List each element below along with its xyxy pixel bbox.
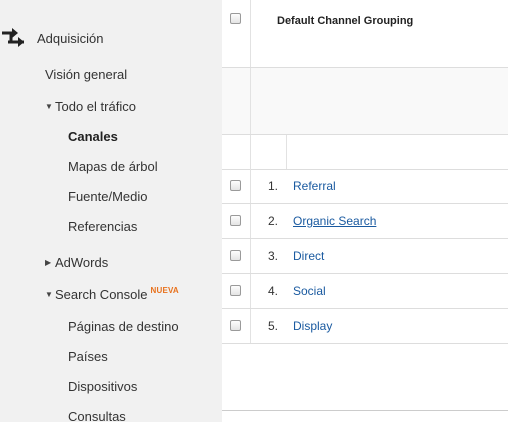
new-badge: NUEVA	[150, 285, 179, 295]
column-divider	[250, 204, 251, 238]
sidebar: Adquisición Visión general ▼ Todo el trá…	[0, 0, 222, 424]
column-divider	[250, 169, 251, 203]
table-bottom-border	[222, 410, 508, 411]
section-acquisition[interactable]: Adquisición	[0, 26, 104, 50]
nav-source-medium[interactable]: Fuente/Medio	[68, 186, 148, 206]
nav-all-traffic-label: Todo el tráfico	[55, 98, 136, 114]
column-divider	[250, 274, 251, 308]
row-checkbox[interactable]	[230, 285, 241, 296]
nav-channels[interactable]: Canales	[68, 126, 118, 146]
nav-adwords-label: AdWords	[55, 254, 109, 270]
channel-link[interactable]: Direct	[293, 249, 324, 263]
triangle-down-icon: ▼	[45, 101, 53, 111]
row-rank: 3.	[267, 249, 278, 263]
spacer-row	[222, 135, 508, 170]
table-row[interactable]: 4. Social	[222, 274, 508, 309]
nav-adwords[interactable]: ▶ AdWords	[45, 252, 108, 272]
row-checkbox[interactable]	[230, 180, 241, 191]
nav-countries[interactable]: Países	[68, 346, 108, 366]
column-divider	[250, 309, 251, 343]
channel-link[interactable]: Social	[293, 284, 326, 298]
nav-all-traffic[interactable]: ▼ Todo el tráfico	[45, 96, 136, 116]
column-divider	[250, 239, 251, 273]
data-table: Default Channel Grouping 1. Referral 2. …	[222, 0, 508, 410]
channel-link[interactable]: Referral	[293, 179, 336, 193]
table-row[interactable]: 3. Direct	[222, 239, 508, 274]
nav-queries[interactable]: Consultas	[68, 406, 126, 426]
table-row[interactable]: 5. Display	[222, 309, 508, 344]
nav-landing-pages[interactable]: Páginas de destino	[68, 316, 179, 336]
column-divider	[286, 135, 287, 169]
row-rank: 4.	[267, 284, 278, 298]
channel-link[interactable]: Organic Search	[293, 214, 376, 228]
nav-devices[interactable]: Dispositivos	[68, 376, 137, 396]
row-rank: 2.	[267, 214, 278, 228]
table-header: Default Channel Grouping	[222, 0, 508, 68]
nav-search-console-label: Search Console	[55, 286, 148, 302]
row-checkbox[interactable]	[230, 250, 241, 261]
column-divider	[250, 68, 251, 134]
nav-overview[interactable]: Visión general	[45, 64, 127, 84]
table-row[interactable]: 1. Referral	[222, 169, 508, 204]
nav-treemaps[interactable]: Mapas de árbol	[68, 156, 158, 176]
column-divider	[250, 135, 251, 169]
channel-link[interactable]: Display	[293, 319, 332, 333]
table-row[interactable]: 2. Organic Search	[222, 204, 508, 239]
triangle-down-icon: ▼	[45, 289, 53, 299]
row-rank: 5.	[267, 319, 278, 333]
row-checkbox[interactable]	[230, 215, 241, 226]
nav-search-console[interactable]: ▼ Search Console NUEVA	[45, 284, 179, 304]
row-rank: 1.	[267, 179, 278, 193]
select-all-checkbox[interactable]	[230, 13, 241, 24]
triangle-right-icon: ▶	[45, 257, 52, 267]
column-divider	[250, 0, 251, 67]
nav-referrals[interactable]: Referencias	[68, 216, 137, 236]
row-checkbox[interactable]	[230, 320, 241, 331]
column-header-channel[interactable]: Default Channel Grouping	[277, 15, 413, 27]
acquisition-arrows-icon	[2, 27, 24, 49]
section-label: Adquisición	[37, 30, 104, 46]
summary-row	[222, 68, 508, 135]
